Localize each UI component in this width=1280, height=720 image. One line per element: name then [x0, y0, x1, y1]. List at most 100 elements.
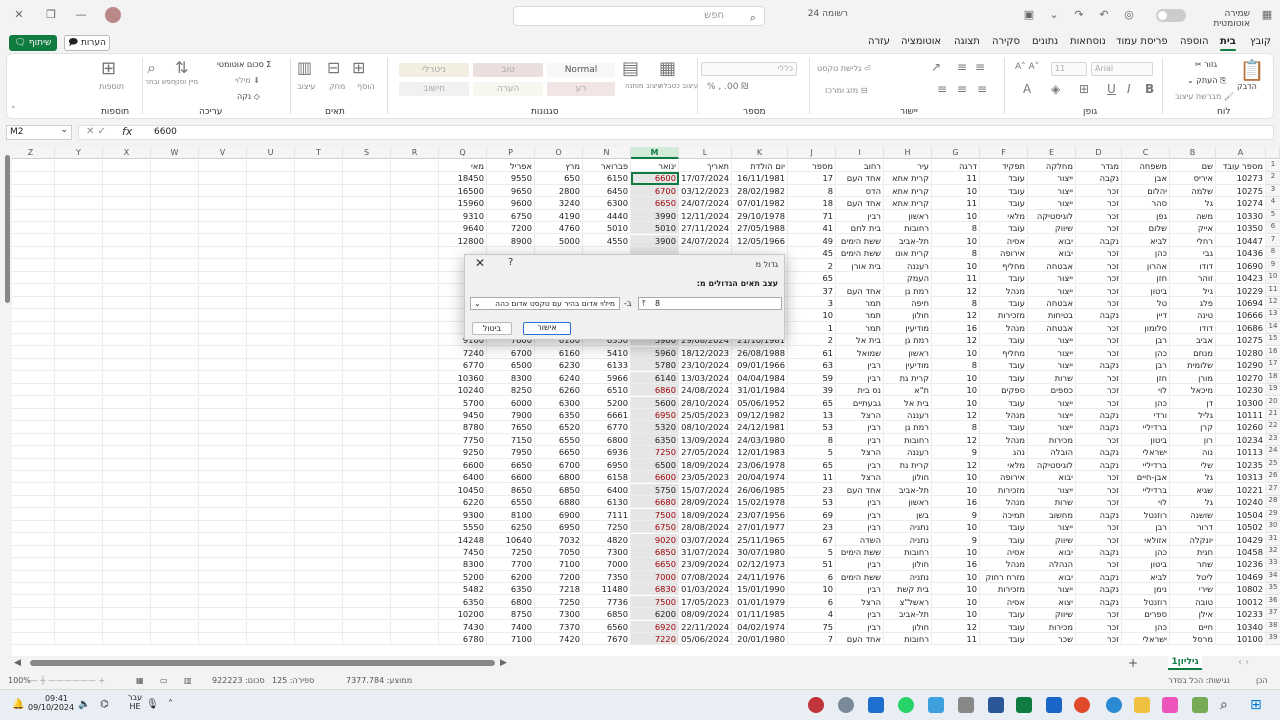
data-cell[interactable]: 12/11/2024 — [679, 209, 732, 222]
row-header[interactable]: 7 — [1266, 234, 1280, 247]
data-cell[interactable]: 45 — [788, 247, 836, 260]
data-cell[interactable]: 23/10/2024 — [679, 359, 732, 372]
data-cell[interactable]: 59 — [788, 371, 836, 384]
empty-cell[interactable] — [391, 570, 439, 584]
data-cell[interactable]: 6770 — [439, 359, 487, 372]
empty-cell[interactable] — [247, 608, 295, 621]
data-cell[interactable]: 25/05/2023 — [679, 409, 732, 422]
row-header[interactable]: 9 — [1266, 259, 1280, 272]
data-cell[interactable]: 24/07/2024 — [679, 234, 732, 247]
data-cell[interactable]: 6880 — [535, 496, 583, 509]
more-icon[interactable]: ⌄ — [1045, 7, 1063, 23]
data-cell[interactable]: 08/10/2024 — [679, 421, 732, 434]
data-cell[interactable]: קרית אונו — [884, 247, 932, 260]
data-cell[interactable]: רבין — [836, 608, 884, 621]
data-cell[interactable]: 10235 — [1216, 458, 1266, 471]
empty-cell[interactable] — [343, 209, 391, 222]
empty-cell[interactable] — [343, 346, 391, 359]
data-cell[interactable]: 03/12/2023 — [679, 184, 732, 198]
file-name[interactable]: רשומה 24 — [768, 9, 848, 19]
data-cell[interactable]: 10 — [932, 184, 980, 198]
empty-cell[interactable] — [151, 396, 199, 409]
empty-cell[interactable] — [55, 247, 103, 260]
empty-cell[interactable] — [12, 172, 55, 185]
empty-cell[interactable] — [151, 620, 199, 633]
number-format-dropdown[interactable]: כללי — [701, 62, 797, 76]
insert-cells-icon[interactable]: ⊞ — [352, 58, 365, 77]
save-icon[interactable]: ▣ — [1020, 7, 1038, 23]
data-cell[interactable]: זכר — [1076, 521, 1122, 534]
column-title-cell[interactable]: מספר — [788, 160, 836, 173]
empty-cell[interactable] — [103, 259, 151, 272]
empty-cell[interactable] — [55, 433, 103, 447]
empty-cell[interactable] — [295, 583, 343, 596]
style-neutral[interactable]: ניטרלי — [399, 63, 469, 77]
empty-cell[interactable] — [12, 496, 55, 509]
column-header-b[interactable]: B — [1170, 147, 1216, 159]
empty-cell[interactable] — [103, 184, 151, 198]
empty-cell[interactable] — [343, 595, 391, 608]
empty-cell[interactable] — [295, 247, 343, 260]
row-header[interactable]: 23 — [1266, 433, 1280, 447]
data-cell[interactable]: עובד — [980, 197, 1028, 210]
empty-cell[interactable] — [199, 421, 247, 434]
data-cell[interactable]: יהלום — [1122, 184, 1170, 198]
empty-cell[interactable] — [391, 184, 439, 198]
row-header[interactable]: 27 — [1266, 483, 1280, 496]
data-cell[interactable]: תל-אביב — [884, 234, 932, 247]
empty-cell[interactable] — [391, 433, 439, 447]
row-header[interactable]: 20 — [1266, 396, 1280, 409]
data-cell[interactable]: יונקלה — [1170, 533, 1216, 546]
data-cell[interactable]: נקבה — [1076, 570, 1122, 584]
data-cell[interactable]: ורדי — [1122, 409, 1170, 422]
data-cell[interactable]: 7650 — [487, 421, 535, 434]
data-cell[interactable]: ראשון — [884, 346, 932, 359]
data-cell[interactable]: 31/01/1984 — [732, 384, 788, 397]
data-cell[interactable]: ייצור — [1028, 172, 1076, 185]
row-header[interactable]: 6 — [1266, 222, 1280, 235]
column-header-k[interactable]: K — [732, 147, 788, 159]
data-cell[interactable]: 23 — [788, 521, 836, 534]
data-cell[interactable]: 12 — [932, 433, 980, 447]
empty-cell[interactable] — [247, 533, 295, 546]
data-cell[interactable]: 5750 — [631, 483, 679, 496]
data-cell[interactable]: 13 — [788, 409, 836, 422]
data-cell[interactable]: 7 — [788, 633, 836, 646]
data-cell[interactable]: 7100 — [535, 558, 583, 571]
data-cell[interactable]: 2 — [788, 334, 836, 347]
empty-cell[interactable] — [151, 458, 199, 471]
underline-icon[interactable]: U — [1107, 82, 1116, 96]
data-cell[interactable]: זכר — [1076, 222, 1122, 235]
data-cell[interactable]: רוזנטל — [1122, 508, 1170, 521]
calculator-icon[interactable] — [958, 697, 974, 713]
data-cell[interactable]: עובד — [980, 222, 1028, 235]
data-cell[interactable]: 7500 — [631, 508, 679, 521]
column-title-cell[interactable]: פברואר — [583, 160, 631, 173]
empty-cell[interactable] — [295, 222, 343, 235]
empty-cell[interactable] — [151, 608, 199, 621]
conditional-format-icon[interactable]: ▤ — [622, 58, 639, 79]
empty-cell[interactable] — [151, 160, 199, 173]
empty-cell[interactable] — [199, 321, 247, 335]
data-cell[interactable]: 24/07/2024 — [679, 197, 732, 210]
data-cell[interactable]: 10690 — [1216, 259, 1266, 272]
data-cell[interactable]: 10230 — [1216, 384, 1266, 397]
column-header-e[interactable]: E — [1028, 147, 1076, 159]
data-cell[interactable]: מנחם — [1170, 346, 1216, 359]
column-title-cell[interactable]: דרגה — [932, 160, 980, 173]
empty-cell[interactable] — [247, 247, 295, 260]
normal-view-icon[interactable]: ▦ — [136, 676, 144, 685]
data-cell[interactable]: 8 — [788, 184, 836, 198]
data-cell[interactable]: אירופה — [980, 247, 1028, 260]
data-cell[interactable]: זכר — [1076, 284, 1122, 297]
empty-cell[interactable] — [55, 371, 103, 384]
italic-icon[interactable]: I — [1127, 82, 1131, 96]
data-cell[interactable]: ראשון — [884, 209, 932, 222]
data-cell[interactable]: 6 — [788, 595, 836, 608]
data-cell[interactable]: יבוא — [1028, 545, 1076, 559]
empty-cell[interactable] — [295, 272, 343, 285]
empty-cell[interactable] — [343, 570, 391, 584]
row-header[interactable]: 1 — [1266, 160, 1280, 173]
data-cell[interactable]: שלמה — [1170, 184, 1216, 198]
empty-cell[interactable] — [247, 309, 295, 322]
